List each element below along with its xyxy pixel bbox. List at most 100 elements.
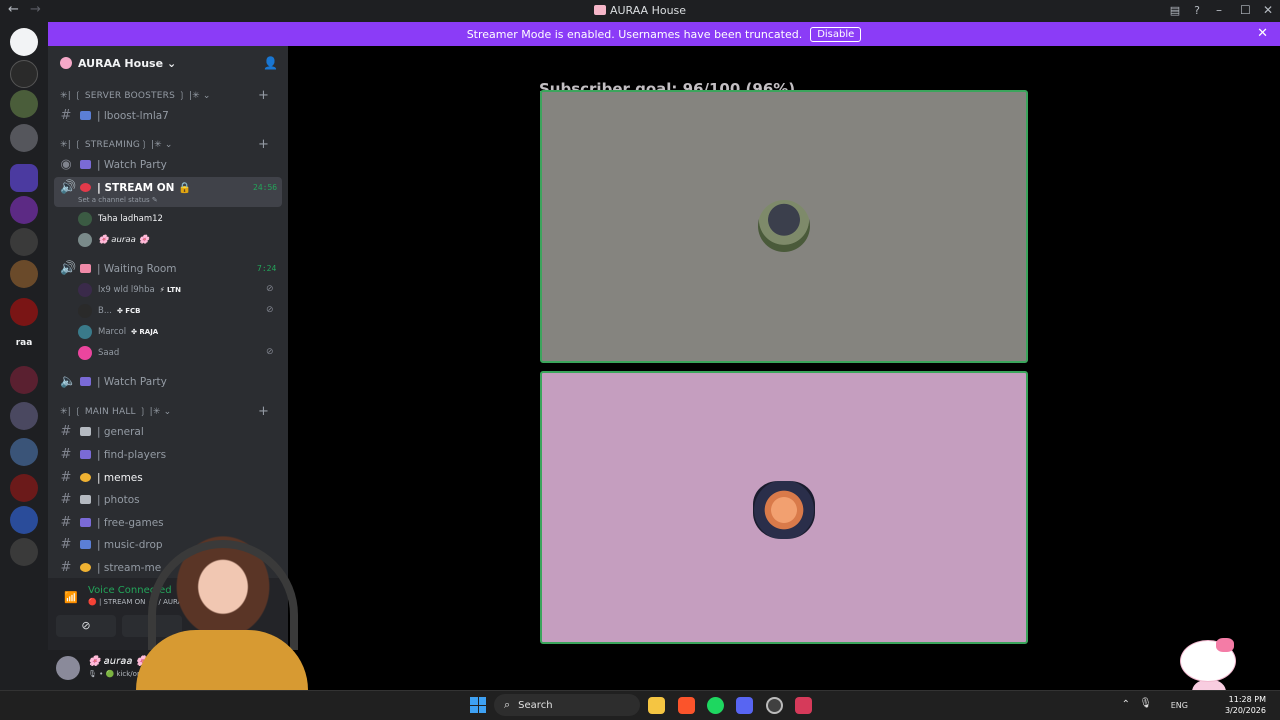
channel-memes[interactable]: # | memes: [60, 470, 143, 485]
server-icon-4[interactable]: [10, 196, 38, 224]
channel-watch-party-voice[interactable]: 🔈 | Watch Party: [60, 374, 167, 389]
server-icon-7[interactable]: [10, 474, 38, 502]
server-folder-4[interactable]: [10, 366, 38, 394]
member-name: 🌸 𝘢𝘶𝘳𝘢𝘢 🌸: [98, 235, 150, 245]
hash-icon: #: [60, 108, 72, 123]
taskbar-search[interactable]: ⌕ Search: [494, 694, 640, 716]
maximize-button[interactable]: ☐: [1240, 3, 1251, 17]
window-title: AURAA House: [0, 4, 1280, 17]
avatar: [78, 233, 92, 247]
channel-label: | memes: [97, 471, 143, 484]
hash-icon: #: [60, 537, 72, 552]
server-folder-5[interactable]: [10, 402, 38, 430]
video-tile-stream-participant[interactable]: [540, 90, 1028, 363]
add-channel-button[interactable]: +: [258, 137, 269, 152]
voice-member[interactable]: Taha ladham12: [78, 212, 163, 226]
person-add-icon[interactable]: 👤: [263, 56, 278, 70]
member-tag: ✤ FCB: [116, 307, 141, 315]
language-indicator[interactable]: ENG: [1171, 701, 1188, 710]
discord-icon[interactable]: [736, 697, 753, 714]
voice-member[interactable]: Saad: [78, 346, 119, 360]
speaker-icon: 🔈: [60, 374, 77, 389]
voice-member[interactable]: lx9 wld l9hba ⚡ LTN: [78, 283, 181, 297]
camera-off-button[interactable]: ⊘: [56, 615, 116, 637]
tray-chevron-icon[interactable]: ⌃: [1122, 699, 1130, 710]
channel-emoji-icon: [80, 450, 91, 459]
browser-icon[interactable]: [795, 697, 812, 714]
server-name: AURAA House: [78, 56, 164, 70]
channel-label: | find-players: [97, 448, 167, 461]
add-channel-button[interactable]: +: [258, 404, 269, 419]
server-icon-8[interactable]: [10, 506, 38, 534]
signal-icon[interactable]: 📶: [64, 591, 78, 604]
sticker-bow: [1216, 638, 1234, 652]
voice-member[interactable]: Marcol ✤ RAJA: [78, 325, 158, 339]
server-icon-3[interactable]: [10, 164, 38, 192]
channel-emoji-icon: [80, 377, 91, 386]
category-server-boosters[interactable]: ✳| ❲ SERVER BOOSTERS ❳ |✳ ⌄ +: [60, 88, 269, 103]
windows-start-icon[interactable]: [470, 697, 486, 713]
hash-icon: #: [60, 424, 72, 439]
hash-icon: #: [60, 447, 72, 462]
member-name: Marcol: [98, 327, 127, 337]
channel-stream-on[interactable]: 🔊 | STREAM ON 🔒: [60, 180, 191, 195]
channel-general[interactable]: # | general: [60, 424, 144, 439]
channel-emoji-icon: [80, 563, 91, 572]
hash-icon: #: [60, 492, 72, 507]
server-text-raa[interactable]: raa: [10, 338, 38, 348]
titlebar-actions: ▤ ?: [1170, 4, 1200, 17]
deafened-icon: ⊘: [266, 347, 274, 357]
server-header[interactable]: AURAA House ⌄ 👤: [48, 46, 288, 80]
member-tag: ⚡ LTN: [159, 286, 181, 294]
server-badge-icon: [60, 57, 72, 69]
video-tile-auraa[interactable]: [540, 371, 1028, 644]
category-streaming[interactable]: ✳| ❲ STREAMING❳ |✳ ⌄ +: [60, 137, 269, 152]
channel-emoji-icon: [80, 264, 91, 273]
server-icon-2[interactable]: [10, 60, 38, 88]
minimize-button[interactable]: –: [1216, 3, 1222, 17]
server-icon-5[interactable]: [10, 228, 38, 256]
server-folder-3[interactable]: [10, 260, 38, 288]
channel-label: | Watch Party: [97, 158, 167, 171]
file-explorer-icon[interactable]: [648, 697, 665, 714]
server-folder-1[interactable]: [10, 90, 38, 118]
spotify-icon[interactable]: [707, 697, 724, 714]
clock-time: 11:28 PM: [1228, 695, 1266, 704]
category-label: ✳| ❲ SERVER BOOSTERS ❳ |✳ ⌄: [60, 91, 211, 101]
server-icon-1[interactable]: [10, 28, 38, 56]
window-title-text: AURAA House: [609, 4, 687, 17]
set-channel-status[interactable]: Set a channel status ✎: [78, 196, 158, 204]
obs-icon[interactable]: [766, 697, 783, 714]
channel-waiting-room[interactable]: 🔊 | Waiting Room: [60, 261, 177, 276]
add-channel-button[interactable]: +: [258, 88, 269, 103]
search-label: Search: [518, 699, 553, 711]
hash-icon: #: [60, 515, 72, 530]
channel-find-players[interactable]: # | find-players: [60, 447, 167, 462]
category-main-hall[interactable]: ✳| ❲ MAIN HALL ❳ |✳ ⌄ +: [60, 404, 269, 419]
user-avatar[interactable]: [56, 656, 80, 680]
banner-close-icon[interactable]: ✕: [1257, 26, 1268, 41]
brave-browser-icon[interactable]: [678, 697, 695, 714]
channel-watch-party-stage[interactable]: ◉ | Watch Party: [60, 157, 167, 172]
server-icon-6[interactable]: [10, 298, 38, 326]
microphone-icon[interactable]: 🎙: [1139, 698, 1152, 709]
avatar: [78, 325, 92, 339]
voice-member[interactable]: 🌸 𝘢𝘶𝘳𝘢𝘢 🌸: [78, 233, 149, 247]
help-icon[interactable]: ?: [1194, 4, 1200, 17]
channel-emoji-icon: [80, 473, 91, 482]
voice-member[interactable]: B... ✤ FCB: [78, 304, 141, 318]
close-window-button[interactable]: ✕: [1263, 3, 1273, 17]
streamer-webcam-overlay: [128, 512, 318, 690]
server-icon-9[interactable]: [10, 538, 38, 566]
server-folder-6[interactable]: [10, 438, 38, 466]
taskbar-clock[interactable]: 11:28 PM 3/20/2026: [1225, 694, 1266, 716]
inbox-icon[interactable]: ▤: [1170, 4, 1180, 17]
avatar: [78, 304, 92, 318]
disable-streamer-mode-button[interactable]: Disable: [810, 26, 862, 42]
server-folder-2[interactable]: [10, 124, 38, 152]
participant-avatar: [758, 200, 810, 252]
channel-lboost[interactable]: # | lboost-lmla7: [60, 108, 169, 123]
voice-timer: 24:56: [253, 183, 278, 192]
avatar: [78, 212, 92, 226]
channel-photos[interactable]: # | photos: [60, 492, 140, 507]
